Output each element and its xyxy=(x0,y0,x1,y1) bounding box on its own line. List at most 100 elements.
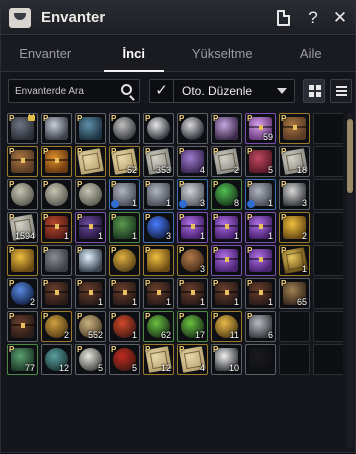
inventory-slot[interactable]: P1 xyxy=(211,278,242,309)
inventory-slot[interactable]: P4 xyxy=(177,344,208,375)
inventory-slot-empty[interactable] xyxy=(313,179,343,210)
inventory-slot[interactable]: P 59 xyxy=(245,113,276,144)
inventory-slot[interactable]: P5 xyxy=(109,344,140,375)
inventory-slot[interactable]: P3 xyxy=(177,179,208,210)
auto-sort-checkbox[interactable]: ✓ xyxy=(150,80,174,102)
inventory-slot[interactable]: P4 xyxy=(177,146,208,177)
inventory-slot[interactable]: P3 xyxy=(143,212,174,243)
inventory-slot-empty[interactable] xyxy=(279,311,310,342)
inventory-slot[interactable]: P xyxy=(75,146,106,177)
inventory-slot[interactable]: P xyxy=(75,113,106,144)
tab-envanter[interactable]: Envanter xyxy=(1,36,90,71)
inventory-slot[interactable]: P 18 xyxy=(279,146,310,177)
inventory-slot[interactable]: P xyxy=(109,113,140,144)
list-view-button[interactable] xyxy=(330,79,352,103)
inventory-slot[interactable]: P xyxy=(211,113,242,144)
inventory-slot[interactable]: P xyxy=(7,179,38,210)
inventory-slot-empty[interactable] xyxy=(313,212,343,243)
inventory-slot[interactable]: P xyxy=(7,113,38,144)
tab-inci[interactable]: İnci xyxy=(90,36,179,72)
inventory-slot[interactable]: P 1594 xyxy=(7,212,38,243)
inventory-slot[interactable]: P3 xyxy=(279,179,310,210)
tab-yukseltme[interactable]: Yükseltme xyxy=(178,36,267,71)
item-quantity: 353 xyxy=(155,165,171,175)
inventory-slot[interactable]: P1 xyxy=(143,179,174,210)
inventory-slot[interactable]: P 10 xyxy=(211,344,242,375)
grid-view-button[interactable] xyxy=(303,79,325,103)
inventory-slot-empty[interactable] xyxy=(313,278,343,309)
sort-label[interactable]: Oto. Düzenle xyxy=(174,84,277,98)
inventory-slot[interactable]: P xyxy=(279,113,310,144)
inventory-slot[interactable]: P1 xyxy=(109,179,140,210)
inventory-slot[interactable]: P3 xyxy=(177,245,208,276)
inventory-slot[interactable]: P xyxy=(7,245,38,276)
inventory-slot[interactable]: P 17 xyxy=(177,311,208,342)
inventory-slot[interactable]: P 65 xyxy=(279,278,310,309)
inventory-slot[interactable]: P1 xyxy=(211,212,242,243)
inventory-slot[interactable]: P2 xyxy=(279,212,310,243)
inventory-slot-empty[interactable] xyxy=(313,344,343,375)
inventory-slot[interactable]: P xyxy=(41,113,72,144)
tab-aile[interactable]: Aile xyxy=(267,36,356,71)
pearl-item-badge: P xyxy=(247,114,253,123)
inventory-slot[interactable]: P1 xyxy=(245,278,276,309)
inventory-slot[interactable]: P2 xyxy=(7,278,38,309)
inventory-slot[interactable]: P xyxy=(41,278,72,309)
inventory-slot[interactable]: P xyxy=(7,146,38,177)
inventory-slot[interactable]: P xyxy=(143,245,174,276)
inventory-slot[interactable]: P1 xyxy=(279,245,310,276)
memo-button[interactable] xyxy=(277,8,295,28)
inventory-slot[interactable]: P1 xyxy=(245,212,276,243)
inventory-slot[interactable]: P 353 xyxy=(143,146,174,177)
inventory-slot[interactable]: P 12 xyxy=(143,344,174,375)
inventory-slot[interactable]: P1 xyxy=(41,212,72,243)
inventory-slot-empty[interactable] xyxy=(313,245,343,276)
inventory-slot-empty[interactable] xyxy=(313,311,343,342)
inventory-slot[interactable]: P xyxy=(41,245,72,276)
inventory-slot[interactable]: P1 xyxy=(143,278,174,309)
inventory-slot[interactable]: P2 xyxy=(211,146,242,177)
inventory-slot[interactable]: P xyxy=(143,113,174,144)
title-bar[interactable]: Envanter ? ✕ xyxy=(1,1,355,35)
inventory-slot[interactable]: P5 xyxy=(245,146,276,177)
inventory-slot[interactable]: P5 xyxy=(75,344,106,375)
inventory-slot-empty[interactable] xyxy=(313,113,343,144)
inventory-slot[interactable]: P xyxy=(75,245,106,276)
search-input[interactable] xyxy=(15,83,115,99)
inventory-slot[interactable]: P1 xyxy=(245,179,276,210)
help-button[interactable]: ? xyxy=(304,8,322,28)
close-button[interactable]: ✕ xyxy=(331,8,349,28)
scrollbar[interactable] xyxy=(347,113,353,449)
inventory-slot[interactable]: P xyxy=(41,179,72,210)
inventory-slot[interactable]: P 11 xyxy=(211,311,242,342)
inventory-slot[interactable]: P6 xyxy=(245,311,276,342)
inventory-slot[interactable]: P1 xyxy=(75,278,106,309)
inventory-slot[interactable]: P 62 xyxy=(143,311,174,342)
inventory-slot[interactable]: P2 xyxy=(41,311,72,342)
inventory-slot[interactable]: P 552 xyxy=(75,311,106,342)
inventory-slot[interactable]: P1 xyxy=(109,311,140,342)
inventory-slot[interactable]: P xyxy=(75,179,106,210)
inventory-slot[interactable]: P1 xyxy=(75,212,106,243)
inventory-slot[interactable]: P 52 xyxy=(109,146,140,177)
inventory-slot[interactable]: P xyxy=(109,245,140,276)
inventory-slot[interactable]: P1 xyxy=(177,278,208,309)
inventory-slot[interactable]: P xyxy=(245,245,276,276)
inventory-slot[interactable]: P1 xyxy=(177,212,208,243)
inventory-slot[interactable]: P 77 xyxy=(7,344,38,375)
chevron-down-icon[interactable] xyxy=(277,88,287,94)
inventory-slot[interactable]: 12 xyxy=(41,344,72,375)
auto-sort-control[interactable]: ✓ Oto. Düzenle xyxy=(149,79,295,103)
search-icon[interactable] xyxy=(121,84,132,95)
inventory-slot[interactable] xyxy=(245,344,276,375)
inventory-slot[interactable]: P xyxy=(211,245,242,276)
inventory-slot[interactable]: P xyxy=(41,146,72,177)
inventory-slot-empty[interactable] xyxy=(279,344,310,375)
inventory-slot-empty[interactable] xyxy=(313,146,343,177)
inventory-slot[interactable]: P1 xyxy=(109,278,140,309)
scroll-thumb[interactable] xyxy=(347,119,353,193)
inventory-slot[interactable]: P xyxy=(177,113,208,144)
inventory-slot[interactable]: P1 xyxy=(109,212,140,243)
inventory-slot[interactable]: P8 xyxy=(211,179,242,210)
inventory-slot[interactable]: P xyxy=(7,311,38,342)
